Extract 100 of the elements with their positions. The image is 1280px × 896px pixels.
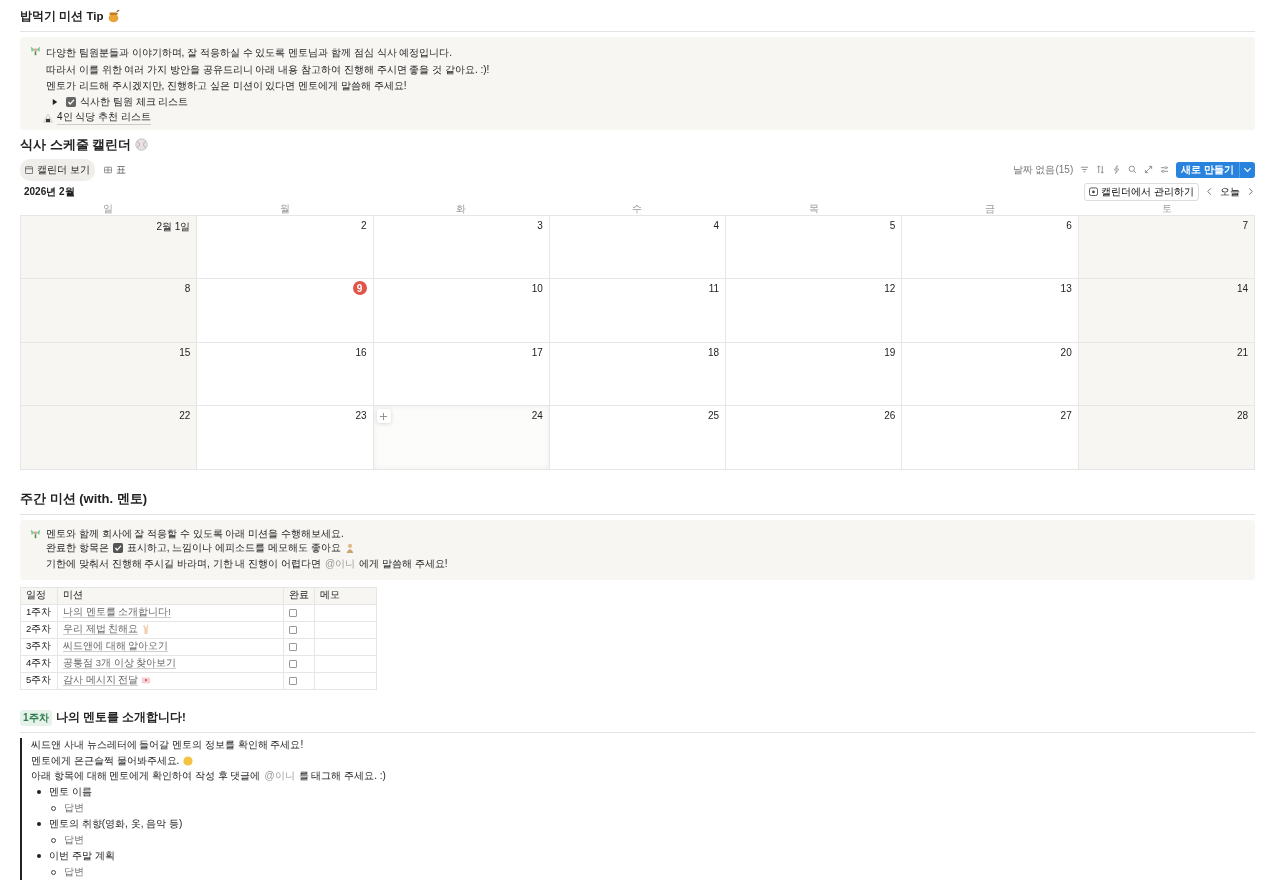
calendar-day-cell[interactable]: 7	[1078, 215, 1255, 279]
section-heading: 나의 멘토를 소개합니다!	[55, 710, 186, 725]
calendar-day-cell[interactable]: 13	[902, 279, 1079, 343]
checkbox[interactable]	[289, 642, 297, 651]
date-number: 17	[531, 346, 543, 358]
calendar-day-cell[interactable]: 26	[726, 406, 903, 470]
calendar-day-cell[interactable]: 2	[197, 215, 374, 279]
section-heading: 주간 미션 (with. 멘토)	[20, 489, 148, 508]
quote-text: 아래 항목에 대해 멘토에게 확인하여 작성 후 댓글에	[31, 769, 261, 784]
checkbox[interactable]	[289, 676, 297, 685]
calendar-day-cell[interactable]: 22	[21, 406, 198, 470]
date-number: 22	[179, 410, 191, 421]
add-button[interactable]	[376, 409, 391, 423]
lightning-icon[interactable]	[1112, 165, 1122, 174]
weekday-label: 월	[278, 201, 291, 215]
manage-button[interactable]: 캘린더에서 관리하기	[1084, 182, 1199, 201]
callout-text: 다양한 팀원분들과 이야기하며, 잘 적응하실 수 있도록 멘토님과 함께 점심 식사 예정입니다.	[46, 46, 453, 61]
bullet-text: 멘토 이름	[49, 785, 92, 799]
weekday-label: 화	[455, 201, 468, 215]
date-number: 28	[1236, 410, 1248, 421]
ball-icon	[135, 138, 149, 151]
calendar-day-cell[interactable]: 20	[902, 342, 1079, 406]
expand-icon[interactable]	[1144, 165, 1154, 174]
date-number: 15	[179, 346, 191, 358]
quote-text: 씨드앤 사내 뉴스레터에 들어갈 멘토의 정보를 확인해 주세요!	[31, 738, 304, 753]
toggle-label[interactable]: 식사한 팀원 체크 리스트	[80, 95, 189, 110]
calendar-day-cell[interactable]: 27	[902, 406, 1079, 470]
section-heading: 식사 스케줄 캘린더	[20, 135, 132, 154]
date-number: 23	[355, 410, 367, 421]
checkbox[interactable]	[289, 608, 297, 617]
calendar-day-cell[interactable]: 25	[549, 406, 727, 470]
date-number: 21	[1236, 346, 1248, 358]
new-button[interactable]: 새로 만들기	[1176, 161, 1239, 178]
column-header: 완료	[283, 587, 315, 604]
search-icon[interactable]	[1128, 165, 1138, 174]
calendar-day-cell[interactable]: 6	[902, 215, 1079, 279]
calendar-day-cell[interactable]: 8	[21, 279, 198, 343]
date-number: 2	[361, 219, 367, 231]
calendar-day-cell[interactable]: 11	[549, 279, 727, 343]
date-number: 19	[884, 346, 896, 358]
table-cell: 2주차	[20, 621, 58, 638]
calendar-day-cell[interactable]: 9	[197, 279, 374, 343]
callout-text: 완료한 항목은	[46, 540, 109, 555]
table-icon	[103, 165, 112, 174]
sort-icon[interactable]	[1096, 165, 1106, 174]
date-number: 20	[1060, 346, 1072, 358]
next-icon[interactable]	[1246, 187, 1255, 196]
date-number: 16	[355, 346, 367, 358]
date-number: 26	[884, 410, 896, 421]
previous-icon[interactable]	[1205, 187, 1214, 196]
table-cell: 4주차	[20, 655, 58, 672]
weekday-label: 토	[1160, 201, 1173, 215]
calendar-day-cell[interactable]: 19	[726, 342, 903, 406]
checkbox[interactable]	[289, 625, 297, 634]
honey-pot-icon	[107, 9, 121, 23]
bullet-text: 답변	[64, 833, 84, 847]
checkbox[interactable]	[289, 659, 297, 668]
today-button[interactable]: 오늘	[1220, 184, 1240, 199]
calendar-day-cell[interactable]: 24	[373, 406, 550, 470]
calendar-day-cell[interactable]: 15	[21, 342, 198, 406]
date-number: 6	[1066, 219, 1072, 231]
calendar-day-cell[interactable]: 18	[549, 342, 727, 406]
view-tab[interactable]: 표	[98, 158, 131, 181]
view-tab[interactable]: 캘린더 보기	[20, 158, 95, 181]
weekday-label: 목	[807, 201, 820, 215]
date-number: 4	[713, 219, 720, 231]
calendar-day-cell[interactable]: 28	[1078, 406, 1255, 470]
calendar-day-cell[interactable]: 2월 1일	[21, 215, 198, 279]
calendar-day-cell[interactable]: 14	[1078, 279, 1255, 343]
section-heading: 밥먹기 미션 Tip	[20, 8, 104, 24]
calendar-day-cell[interactable]: 5	[726, 215, 903, 279]
calendar-day-cell[interactable]: 3	[373, 215, 550, 279]
calendar-icon	[25, 165, 33, 174]
callout-text: 에게 말씀해 주세요!	[359, 557, 448, 571]
column-header: 일정	[20, 587, 58, 604]
date-number: 8	[184, 283, 191, 294]
no-date-button[interactable]: 날짜 없음(15)	[1012, 162, 1074, 177]
calendar-day-cell[interactable]: 16	[197, 342, 374, 406]
calendar-day-cell[interactable]: 23	[197, 406, 374, 470]
weekday-label: 수	[631, 201, 644, 215]
date-number: 25	[708, 410, 720, 421]
dropdown-button[interactable]	[1239, 161, 1255, 178]
calendar-day-cell[interactable]: 12	[726, 279, 903, 343]
calendar-day-cell[interactable]: 10	[373, 279, 550, 343]
date-number: 5	[889, 219, 896, 231]
table-cell: 3주차	[20, 638, 58, 655]
filter-icon[interactable]	[1080, 165, 1090, 174]
page-link[interactable]: 4인 식당 추천 리스트	[57, 110, 151, 126]
column-header: 메모	[314, 587, 377, 604]
chevron-down-icon	[1243, 165, 1252, 174]
settings-icon[interactable]	[1160, 165, 1170, 174]
callout-text: 기한에 맞춰서 진행해 주시길 바라며, 기한 내 진행이 어렵다면	[46, 557, 321, 571]
weekday-label: 일	[102, 201, 115, 215]
column-header: 미션	[57, 587, 284, 604]
calendar-day-cell[interactable]: 21	[1078, 342, 1255, 406]
toggle-arrow-icon[interactable]	[52, 99, 58, 106]
date-number: 10	[531, 283, 543, 294]
checkbox-icon	[112, 542, 123, 553]
calendar-day-cell[interactable]: 4	[549, 215, 727, 279]
quote-text: 멘토에게 은근슬쩍 물어봐주세요.	[31, 753, 180, 768]
